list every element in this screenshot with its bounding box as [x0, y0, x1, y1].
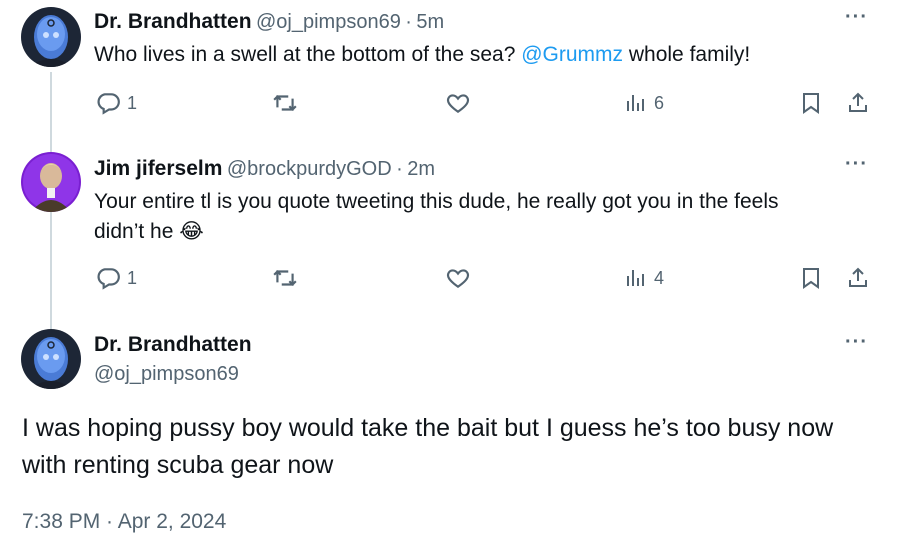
- text-line-2: didn’t he: [94, 220, 174, 243]
- avatar[interactable]: [21, 7, 81, 67]
- reply-button[interactable]: 1: [95, 265, 137, 291]
- tweet-1[interactable]: Dr. Brandhatten @oj_pimpson69 · 5m ··· W…: [0, 0, 911, 140]
- tweet-text: Your entire tl is you quote tweeting thi…: [94, 187, 779, 247]
- share-icon: [849, 92, 867, 112]
- views-count: 4: [654, 267, 665, 288]
- tweet-header: Dr. Brandhatten @oj_pimpson69 · 5m: [94, 10, 444, 34]
- more-icon[interactable]: ···: [845, 153, 868, 176]
- display-name[interactable]: Jim jiferselm: [94, 157, 222, 180]
- views-button[interactable]: 6: [624, 90, 664, 116]
- handle[interactable]: @oj_pimpson69: [256, 11, 401, 33]
- reply-count: 1: [127, 92, 138, 113]
- tweet-text: I was hoping pussy boy would take the ba…: [22, 410, 833, 484]
- like-button[interactable]: [445, 90, 471, 116]
- main-tweet: Dr. Brandhatten @oj_pimpson69 ··· I was …: [0, 325, 911, 558]
- retweet-button[interactable]: [272, 90, 298, 116]
- reply-icon: [97, 93, 120, 115]
- handle[interactable]: @oj_pimpson69: [94, 363, 239, 386]
- reply-count: 1: [127, 267, 138, 288]
- views-count: 6: [654, 92, 665, 113]
- share-button[interactable]: [846, 90, 870, 116]
- laughing-emoji: 😂: [179, 220, 204, 243]
- time[interactable]: 5m: [416, 11, 444, 33]
- avatar[interactable]: [21, 329, 81, 389]
- retweet-icon: [273, 94, 297, 112]
- tweet-text: Who lives in a swell at the bottom of th…: [94, 40, 750, 70]
- share-icon: [849, 267, 867, 287]
- display-name[interactable]: Dr. Brandhatten: [94, 10, 252, 33]
- like-button[interactable]: [445, 265, 471, 291]
- separator: ·: [396, 158, 403, 180]
- views-icon: [627, 95, 644, 111]
- mention-link[interactable]: @Grummz: [521, 43, 623, 66]
- text-line-1: I was hoping pussy boy would take the ba…: [22, 414, 834, 442]
- reply-button[interactable]: 1: [95, 90, 137, 116]
- bookmark-icon: [803, 268, 819, 289]
- bookmark-button[interactable]: [799, 90, 823, 116]
- more-icon[interactable]: ···: [845, 6, 868, 29]
- text-line-1: Your entire tl is you quote tweeting thi…: [94, 190, 779, 213]
- bookmark-icon: [803, 93, 819, 114]
- time[interactable]: 2m: [407, 158, 435, 180]
- bookmark-button[interactable]: [799, 265, 823, 291]
- display-name[interactable]: Dr. Brandhatten: [94, 333, 252, 357]
- text-after: whole family!: [623, 43, 751, 66]
- text-line-2: with renting scuba gear now: [22, 451, 334, 479]
- separator: ·: [405, 11, 412, 33]
- like-icon: [446, 94, 470, 113]
- tweet-2[interactable]: Jim jiferselm @brockpurdyGOD · 2m ··· Yo…: [0, 145, 911, 305]
- more-icon[interactable]: ···: [845, 331, 868, 354]
- retweet-icon: [273, 269, 297, 287]
- views-icon: [627, 270, 644, 286]
- like-icon: [446, 269, 470, 288]
- tweet-timestamp[interactable]: 7:38 PM · Apr 2, 2024: [22, 510, 226, 534]
- avatar[interactable]: [21, 152, 81, 212]
- handle[interactable]: @brockpurdyGOD: [227, 158, 392, 180]
- share-button[interactable]: [846, 265, 870, 291]
- views-button[interactable]: 4: [624, 265, 664, 291]
- reply-icon: [97, 268, 120, 290]
- text-before: Who lives in a swell at the bottom of th…: [94, 43, 522, 66]
- retweet-button[interactable]: [272, 265, 298, 291]
- tweet-header: Jim jiferselm @brockpurdyGOD · 2m: [94, 157, 435, 181]
